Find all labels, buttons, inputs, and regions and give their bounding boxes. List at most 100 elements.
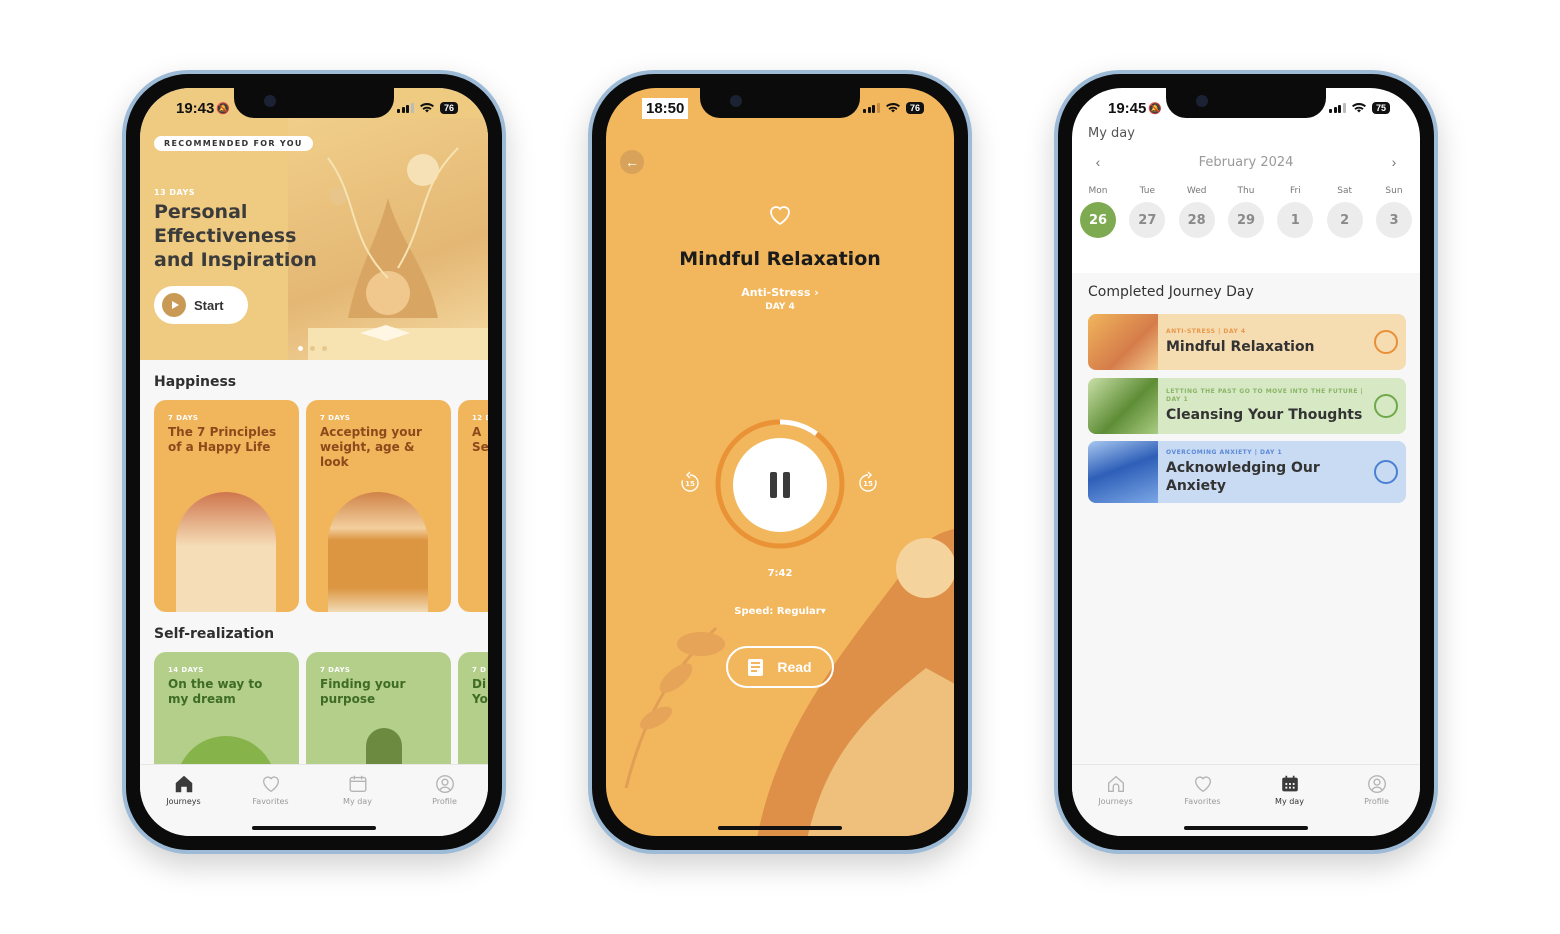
journey-day-title: Mindful Relaxation xyxy=(1166,339,1315,355)
journey-thumbnail xyxy=(1088,314,1158,370)
date-button[interactable]: 2 xyxy=(1326,202,1363,238)
card-duration: 14 DAYS xyxy=(168,666,204,674)
date-button[interactable]: 1 xyxy=(1277,202,1314,238)
prev-month-button[interactable]: ‹ xyxy=(1088,154,1108,170)
date-button[interactable]: 3 xyxy=(1375,202,1412,238)
bell-slash-icon: 🔕 xyxy=(1148,102,1163,115)
day-cell[interactable]: Fri 1 xyxy=(1275,186,1315,238)
bell-slash-icon: 🔕 xyxy=(216,102,231,115)
weekday-label: Fri xyxy=(1289,186,1301,196)
journey-meta: ANTI-STRESS | DAY 4 xyxy=(1166,328,1246,335)
date-button[interactable]: 28 xyxy=(1178,202,1215,238)
tab-profile[interactable]: Profile xyxy=(1347,773,1407,836)
date-button-selected[interactable]: 26 xyxy=(1080,202,1116,238)
tab-label: Journeys xyxy=(166,797,201,806)
journey-card[interactable]: 7 DAYS Accepting your weight, age & look xyxy=(306,400,451,612)
day-cell[interactable]: Tue 27 xyxy=(1127,186,1167,238)
complete-checkbox[interactable] xyxy=(1374,330,1398,354)
happiness-carousel[interactable]: 7 DAYS The 7 Principles of a Happy Life … xyxy=(154,400,488,612)
phone-journeys: 19:43 🔕 76 RECOMMENDED FOR YOU 13 DAYS Pe… xyxy=(122,70,506,854)
recommended-hero[interactable]: RECOMMENDED FOR YOU 13 DAYS Personal Eff… xyxy=(140,88,488,360)
phone-player: 18:50 76 ← Mindful Relaxation Anti-Stres… xyxy=(588,70,972,854)
next-month-button[interactable]: › xyxy=(1384,154,1404,170)
day-cell[interactable]: Sun 3 xyxy=(1374,186,1414,238)
day-cell[interactable]: Mon 26 xyxy=(1078,186,1118,238)
heart-icon xyxy=(1194,776,1211,793)
card-illustration xyxy=(176,492,276,612)
complete-checkbox[interactable] xyxy=(1374,460,1398,484)
tab-journeys[interactable]: Journeys xyxy=(154,773,214,836)
status-time: 19:45 xyxy=(1108,99,1147,117)
journey-link[interactable]: Anti-Stress › xyxy=(606,286,954,299)
forward-15-icon: 15 xyxy=(859,471,877,492)
journey-card[interactable]: 12 D A Se xyxy=(458,400,488,612)
speed-value[interactable]: Regular▾ xyxy=(777,606,826,617)
wifi-icon xyxy=(419,103,434,113)
card-duration: 7 DAYS xyxy=(320,666,351,674)
journey-card[interactable]: 7 DAYS The 7 Principles of a Happy Life xyxy=(154,400,299,612)
tab-label: My day xyxy=(1275,797,1304,806)
wifi-icon xyxy=(885,103,900,113)
document-icon xyxy=(748,658,764,676)
completed-journey-card[interactable]: LETTING THE PAST GO TO MOVE INTO THE FUT… xyxy=(1088,378,1406,434)
signal-icon xyxy=(397,103,414,113)
card-duration: 12 D xyxy=(472,414,488,422)
home-indicator xyxy=(718,826,842,830)
completed-title: Completed Journey Day xyxy=(1088,284,1254,300)
weekday-label: Thu xyxy=(1237,186,1255,196)
home-icon xyxy=(175,775,192,793)
home-indicator xyxy=(1184,826,1308,830)
heart-icon xyxy=(262,776,279,793)
pause-button[interactable] xyxy=(733,438,827,532)
journey-thumbnail xyxy=(1088,378,1158,434)
complete-checkbox[interactable] xyxy=(1374,394,1398,418)
date-button[interactable]: 29 xyxy=(1227,202,1264,238)
tab-profile[interactable]: Profile xyxy=(415,773,475,836)
elapsed-time: 7:42 xyxy=(767,568,793,579)
phone-my-day: 19:45 🔕 75 My day ‹ February 2024 › Mon 26… xyxy=(1054,70,1438,854)
skip-back-button[interactable]: 15 xyxy=(678,470,702,494)
read-button[interactable]: Read xyxy=(726,646,834,688)
svg-text:15: 15 xyxy=(863,480,873,488)
journeys-screen: 19:43 🔕 76 RECOMMENDED FOR YOU 13 DAYS Pe… xyxy=(140,88,488,836)
speed-selector[interactable]: Speed: Regular▾ xyxy=(606,606,954,617)
notch xyxy=(1166,88,1326,118)
carousel-dot[interactable] xyxy=(298,346,303,351)
tab-label: Favorites xyxy=(1184,797,1221,806)
card-title: A Se xyxy=(472,425,488,454)
user-icon xyxy=(435,775,454,793)
date-button[interactable]: 27 xyxy=(1129,202,1166,238)
carousel-dot[interactable] xyxy=(310,346,315,351)
session-day: DAY 4 xyxy=(765,302,795,312)
skip-forward-button[interactable]: 15 xyxy=(856,470,880,494)
day-cell[interactable]: Sat 2 xyxy=(1325,186,1365,238)
journey-meta: LETTING THE PAST GO TO MOVE INTO THE FUT… xyxy=(1166,388,1364,403)
start-button[interactable]: Start xyxy=(154,286,248,324)
card-title: Finding your purpose xyxy=(320,677,406,706)
back-button[interactable]: ← xyxy=(620,150,644,174)
card-duration: 7 DAYS xyxy=(320,414,351,422)
journey-day-title: Cleansing Your Thoughts xyxy=(1166,407,1363,423)
hero-title: Personal Effectiveness and Inspiration xyxy=(154,201,317,271)
tab-journeys[interactable]: Journeys xyxy=(1086,773,1146,836)
completed-journey-card[interactable]: OVERCOMING ANXIETY | DAY 1 Acknowledging… xyxy=(1088,441,1406,503)
chevron-right-icon: › xyxy=(1391,154,1397,170)
user-icon xyxy=(1367,775,1386,793)
card-title: Di Yo xyxy=(472,677,488,706)
journey-meta: OVERCOMING ANXIETY | DAY 1 xyxy=(1166,449,1283,456)
tab-label: Journeys xyxy=(1098,797,1133,806)
tab-label: Favorites xyxy=(252,797,289,806)
calendar-icon xyxy=(349,775,366,793)
read-label: Read xyxy=(777,659,812,675)
battery-indicator: 76 xyxy=(905,102,924,114)
carousel-dots[interactable] xyxy=(298,346,327,351)
completed-journey-card[interactable]: ANTI-STRESS | DAY 4 Mindful Relaxation xyxy=(1088,314,1406,370)
card-duration: 7 D xyxy=(472,666,487,674)
carousel-dot[interactable] xyxy=(322,346,327,351)
day-cell[interactable]: Wed 28 xyxy=(1177,186,1217,238)
notch xyxy=(234,88,394,118)
favorite-heart-icon[interactable] xyxy=(767,204,793,226)
weekday-label: Tue xyxy=(1139,186,1156,196)
day-cell[interactable]: Thu 29 xyxy=(1226,186,1266,238)
journey-day-title: Acknowledging Our Anxiety xyxy=(1166,460,1320,494)
